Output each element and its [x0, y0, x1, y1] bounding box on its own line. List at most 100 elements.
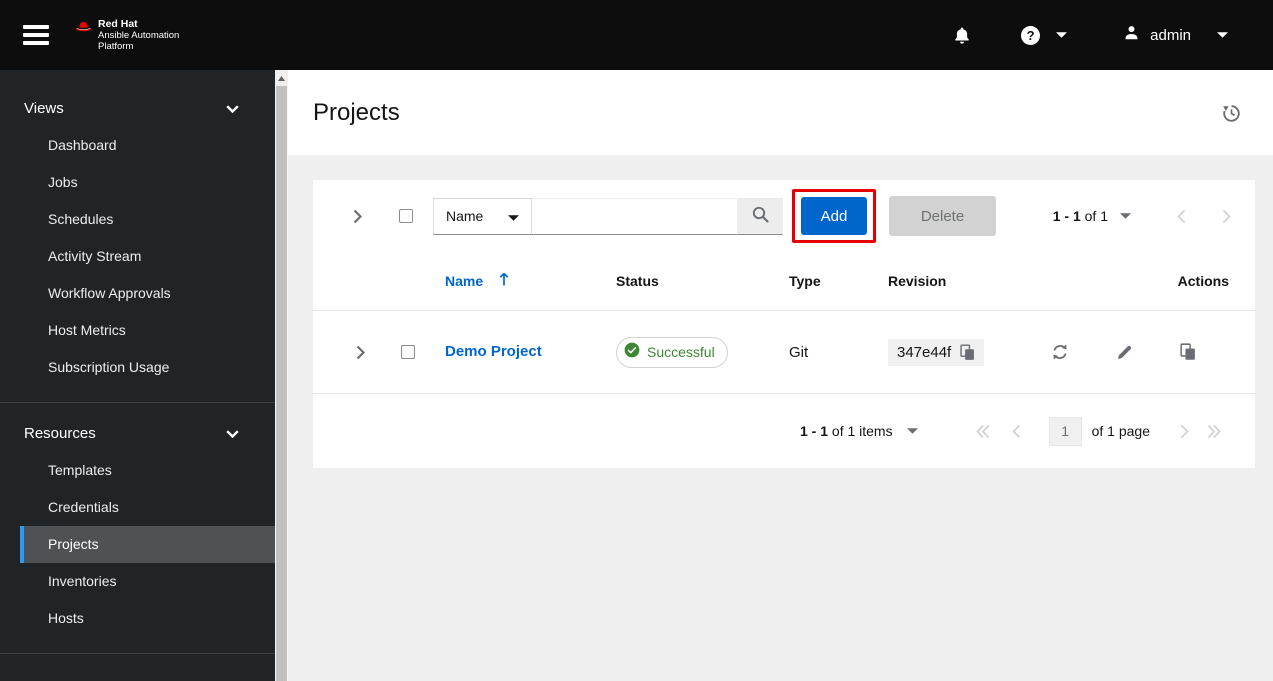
nav-section-views: Views Dashboard Jobs Schedules Activity … [0, 70, 275, 386]
projects-list-card: Name Add Delete 1 - 1 of 1 Name Status T… [313, 180, 1255, 468]
next-page-angle-right-icon[interactable] [1180, 424, 1189, 439]
sidebar-item-dashboard[interactable]: Dashboard [20, 127, 275, 164]
revision-value: 347e44f [897, 343, 952, 361]
chevron-down-icon [226, 100, 239, 117]
last-page-angle-double-right-icon[interactable] [1207, 424, 1221, 439]
redhat-fedora-icon [74, 19, 93, 39]
scrollbar-up-arrow-icon[interactable] [275, 70, 288, 86]
nav-toggle-hamburger-icon[interactable] [23, 25, 49, 45]
sidebar-item-hosts[interactable]: Hosts [20, 600, 275, 637]
help-menu[interactable]: ? [1021, 25, 1068, 45]
help-caret-down-icon [1056, 32, 1068, 38]
copy-revision-icon[interactable] [960, 343, 975, 361]
row-checkbox[interactable] [401, 345, 415, 359]
chevron-down-icon [226, 425, 239, 442]
pagination-caret-down-icon[interactable] [1120, 213, 1131, 219]
sidebar-item-jobs[interactable]: Jobs [20, 164, 275, 201]
table-header-row: Name Status Type Revision Actions [313, 252, 1255, 310]
column-header-name-label: Name [445, 273, 484, 289]
add-button-highlight-annotation: Add [792, 189, 876, 243]
project-name-link[interactable]: Demo Project [445, 343, 542, 360]
status-badge-label: Successful [647, 344, 715, 360]
page-header: Projects [288, 70, 1273, 155]
sidebar-item-subscription-usage[interactable]: Subscription Usage [20, 349, 275, 386]
column-header-actions: Actions [1177, 273, 1229, 289]
sidebar-item-host-metrics[interactable]: Host Metrics [20, 312, 275, 349]
pagination-bottom: 1 - 1 of 1 items of 1 page [313, 394, 1255, 468]
sidebar-nav: Views Dashboard Jobs Schedules Activity … [0, 70, 275, 681]
scrollbar-thumb[interactable] [276, 86, 287, 681]
current-page-input[interactable] [1048, 416, 1082, 446]
pagination-top-of-total: of 1 [1084, 208, 1108, 224]
nav-section-views-header[interactable]: Views [0, 94, 275, 127]
revision-chip: 347e44f [888, 338, 985, 366]
row-type-cell: Git [789, 343, 809, 361]
edit-pencil-icon[interactable] [1116, 344, 1133, 361]
brand-text: Red Hat Ansible Automation Platform [98, 18, 180, 52]
expand-all-chevron-icon[interactable] [353, 209, 362, 224]
pagination-bottom-summary: 1 - 1 of 1 items [800, 423, 893, 439]
row-checkbox-cell [377, 345, 425, 359]
main-content: Projects Name Add Delete 1 - 1 of 1 Name… [288, 70, 1273, 681]
sidebar-item-credentials[interactable]: Credentials [20, 489, 275, 526]
sidebar-item-workflow-approvals[interactable]: Workflow Approvals [20, 275, 275, 312]
add-button[interactable]: Add [801, 197, 867, 235]
sidebar-item-inventories[interactable]: Inventories [20, 563, 275, 600]
column-header-type: Type [789, 273, 821, 289]
status-badge[interactable]: Successful [616, 336, 728, 368]
ansible-automation-platform-app: Red Hat Ansible Automation Platform ? ad… [0, 0, 1273, 681]
row-revision-cell: 347e44f [868, 338, 1034, 366]
sidebar-item-activity-stream[interactable]: Activity Stream [20, 238, 275, 275]
pagination-bottom-of-total: of 1 items [831, 423, 893, 439]
search-input[interactable] [532, 197, 738, 235]
filter-attribute-select[interactable]: Name [433, 197, 532, 235]
search-icon [752, 206, 769, 226]
sidebar-divider [0, 653, 275, 654]
history-icon[interactable] [1221, 103, 1241, 123]
row-expand-chevron-icon[interactable] [356, 345, 365, 360]
username-label: admin [1150, 26, 1191, 44]
search-button[interactable] [738, 197, 783, 235]
column-header-revision: Revision [888, 273, 947, 289]
pagination-top: 1 - 1 of 1 [1053, 208, 1231, 224]
copy-project-icon[interactable] [1180, 343, 1196, 361]
sidebar-item-templates[interactable]: Templates [20, 452, 275, 489]
row-actions-cell [1034, 343, 1255, 361]
table-row-demo-project: Demo Project Successful Git 347e44f [313, 310, 1255, 394]
column-header-status: Status [616, 273, 659, 289]
masthead: Red Hat Ansible Automation Platform ? ad… [0, 0, 1273, 70]
sidebar-item-projects[interactable]: Projects [20, 526, 275, 563]
nav-section-views-label: Views [24, 100, 64, 117]
filter-attribute-value: Name [446, 208, 484, 224]
column-header-name[interactable]: Name [425, 272, 596, 290]
masthead-right: ? admin [953, 24, 1228, 46]
brand-logo: Red Hat Ansible Automation Platform [74, 18, 180, 52]
nav-section-resources-header[interactable]: Resources [0, 419, 275, 452]
notifications-bell-icon[interactable] [953, 26, 971, 45]
sync-project-icon[interactable] [1051, 343, 1069, 361]
list-toolbar: Name Add Delete 1 - 1 of 1 [313, 180, 1255, 252]
next-page-angle-right-icon[interactable] [1222, 209, 1231, 224]
sidebar-item-schedules[interactable]: Schedules [20, 201, 275, 238]
items-per-page-caret-down-icon[interactable] [906, 428, 918, 434]
help-question-circle-icon: ? [1021, 25, 1041, 45]
pagination-top-range: 1 - 1 [1052, 208, 1081, 224]
select-caret-down-icon [508, 208, 519, 224]
pagination-bottom-range: 1 - 1 [800, 423, 829, 439]
first-page-angle-double-left-icon[interactable] [975, 424, 990, 439]
page-title: Projects [313, 98, 400, 126]
row-name-cell: Demo Project [425, 343, 596, 361]
previous-page-angle-left-icon[interactable] [1011, 424, 1021, 439]
delete-button[interactable]: Delete [889, 196, 996, 236]
vertical-scrollbar[interactable] [275, 70, 288, 681]
nav-section-resources: Resources Templates Credentials Projects… [0, 402, 275, 637]
brand-subtitle-line1: Ansible Automation [98, 29, 180, 41]
sort-ascending-arrow-icon [499, 272, 509, 290]
select-all-checkbox[interactable] [399, 209, 413, 223]
previous-page-angle-left-icon[interactable] [1177, 209, 1186, 224]
user-menu[interactable]: admin [1123, 24, 1228, 46]
nav-section-resources-label: Resources [24, 425, 96, 442]
page-count-label: of 1 page [1091, 423, 1150, 439]
pagination-top-summary: 1 - 1 of 1 [1053, 208, 1108, 224]
user-caret-down-icon [1217, 32, 1228, 38]
